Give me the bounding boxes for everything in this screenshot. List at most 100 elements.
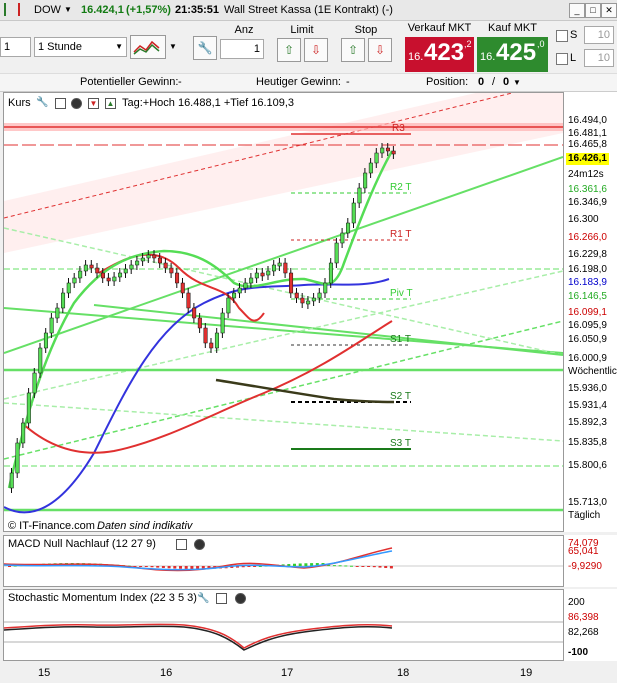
candle-body — [385, 147, 390, 152]
limit-sell-button[interactable]: ⇩ — [304, 38, 328, 62]
level-s1: S1 T — [390, 334, 411, 345]
time-axis-label: 15 — [38, 667, 51, 679]
wrench-icon[interactable]: 🔧 — [193, 36, 217, 60]
candle-body — [346, 222, 351, 234]
stoch-axis-label: 82,268 — [568, 627, 599, 638]
macd-bar — [344, 565, 348, 567]
macd-bar — [332, 565, 336, 567]
price-axis-label: 16.346,9 — [566, 197, 609, 209]
l-checkbox[interactable] — [556, 53, 568, 65]
macd-bar — [144, 566, 148, 567]
candle-body — [186, 292, 191, 309]
price-axis-label: Täglich — [566, 510, 603, 522]
macd-title: MACD Null Nachlauf (12 27 9) — [8, 538, 156, 550]
sell-prefix: 16. — [408, 51, 424, 63]
macd-bar — [338, 565, 342, 567]
minimize-icon[interactable]: _ — [569, 3, 585, 18]
level-r3: R3 — [392, 123, 405, 134]
macd-bar — [384, 566, 388, 569]
candle-body — [9, 472, 14, 489]
price-chart-panel[interactable]: R3 R2 T R1 T Piv T S1 T S2 T S3 T Kurs 🔧… — [3, 92, 564, 532]
candle-body — [209, 342, 214, 349]
macd-bar — [361, 566, 365, 567]
chart-title: Kurs — [8, 97, 31, 109]
candle-body — [243, 282, 248, 289]
candle-body — [351, 202, 356, 224]
order-toolbar: 1 1 Stunde ▼ ▼ 🔧 Anz 1 Limit ⇧ ⇩ Stop ⇧ … — [0, 21, 617, 72]
price-axis-label: 16.095,9 — [566, 320, 609, 332]
stoch-window-icon[interactable] — [216, 593, 227, 604]
stop-buy-button[interactable]: ⇧ — [341, 38, 365, 62]
candle-body — [61, 292, 66, 309]
price-axis-label: 16.198,0 — [566, 264, 609, 276]
arrow-up-icon[interactable]: ▲ — [105, 98, 116, 109]
macd-close-icon[interactable] — [194, 539, 205, 550]
candle-body — [249, 277, 254, 284]
wrench-icon[interactable]: 🔧 — [36, 97, 48, 108]
close-icon[interactable]: ✕ — [601, 3, 617, 18]
delete-icon[interactable] — [71, 98, 82, 109]
price-axis-label: 16.000,9 — [566, 353, 609, 365]
stochastic-panel[interactable]: Stochastic Momentum Index (22 3 5 3) 🔧 — [3, 589, 564, 661]
limit-buy-button[interactable]: ⇧ — [277, 38, 301, 62]
macd-window-icon[interactable] — [176, 539, 187, 550]
info-bar: Potentieller Gewinn: - Heutiger Gewinn: … — [0, 73, 617, 92]
buy-big: 425 — [496, 39, 537, 66]
chart-type-icon[interactable] — [4, 3, 20, 16]
interval-select[interactable]: 1 Stunde ▼ — [34, 37, 127, 57]
candle-body — [55, 307, 60, 319]
macd-bar — [298, 563, 302, 566]
chart-style-icon[interactable] — [130, 35, 166, 59]
last-price: 16.424,1 — [81, 4, 124, 16]
candle-body — [89, 264, 94, 269]
candle-body — [363, 172, 368, 189]
s-input[interactable]: 10 — [584, 26, 614, 44]
s-checkbox[interactable] — [556, 30, 568, 42]
maximize-icon[interactable]: □ — [585, 3, 601, 18]
level-r2: R2 T — [390, 182, 412, 193]
candle-body — [152, 254, 157, 259]
candle-body — [78, 270, 83, 279]
today-gain-value: - — [346, 76, 350, 88]
candle-body — [283, 262, 288, 274]
dropdown-arrow-icon[interactable]: ▼ — [64, 5, 72, 14]
position-dropdown-icon[interactable]: ▼ — [513, 78, 521, 87]
candle-body — [340, 232, 345, 244]
price-axis-label: 16.229,8 — [566, 249, 609, 261]
period-input[interactable]: 1 — [0, 37, 31, 57]
price-axis-label: 16.183,9 — [566, 277, 609, 289]
window-icon[interactable] — [55, 98, 66, 109]
sell-market-button[interactable]: Verkauf MKT 16. 423 ,2 — [405, 22, 474, 72]
chevron-down-icon: ▼ — [115, 42, 123, 51]
macd-bar — [367, 566, 371, 567]
stoch-line-1 — [4, 623, 393, 649]
price-axis-label: 15.936,0 — [566, 383, 609, 395]
stoch-wrench-icon[interactable]: 🔧 — [197, 593, 209, 604]
candle-body — [300, 297, 305, 304]
buy-market-button[interactable]: Kauf MKT 16. 425 ,0 — [477, 22, 548, 72]
stoch-close-icon[interactable] — [235, 593, 246, 604]
price-change: (+1,57%) — [126, 4, 171, 16]
buy-sup: ,0 — [537, 39, 545, 49]
candle-body — [317, 292, 322, 299]
macd-panel[interactable]: MACD Null Nachlauf (12 27 9) — [3, 535, 564, 587]
instrument-name: Wall Street Kassa (1E Kontrakt) (-) — [224, 4, 393, 16]
candle-body — [163, 262, 168, 269]
price-axis-label: 16.266,0 — [566, 232, 609, 244]
stop-label: Stop — [354, 24, 378, 36]
level-s3: S3 T — [390, 438, 411, 449]
level-pv: Piv T — [390, 288, 413, 299]
macd-bar — [150, 566, 154, 568]
arrow-down-icon[interactable]: ▼ — [88, 98, 99, 109]
stop-sell-button[interactable]: ⇩ — [368, 38, 392, 62]
price-axis-label: 16.361,6 — [566, 184, 609, 196]
price-axis-label: 15.835,8 — [566, 437, 609, 449]
quantity-input[interactable]: 1 — [220, 39, 264, 59]
style-dropdown-icon[interactable]: ▼ — [169, 42, 177, 51]
macd-bar — [161, 566, 165, 568]
trend-line-green-4 — [4, 227, 563, 356]
price-axis-label: 15.713,0 — [566, 497, 609, 509]
source-label: © IT-Finance.com — [8, 520, 95, 532]
candle-body — [374, 152, 379, 164]
l-input[interactable]: 10 — [584, 49, 614, 67]
